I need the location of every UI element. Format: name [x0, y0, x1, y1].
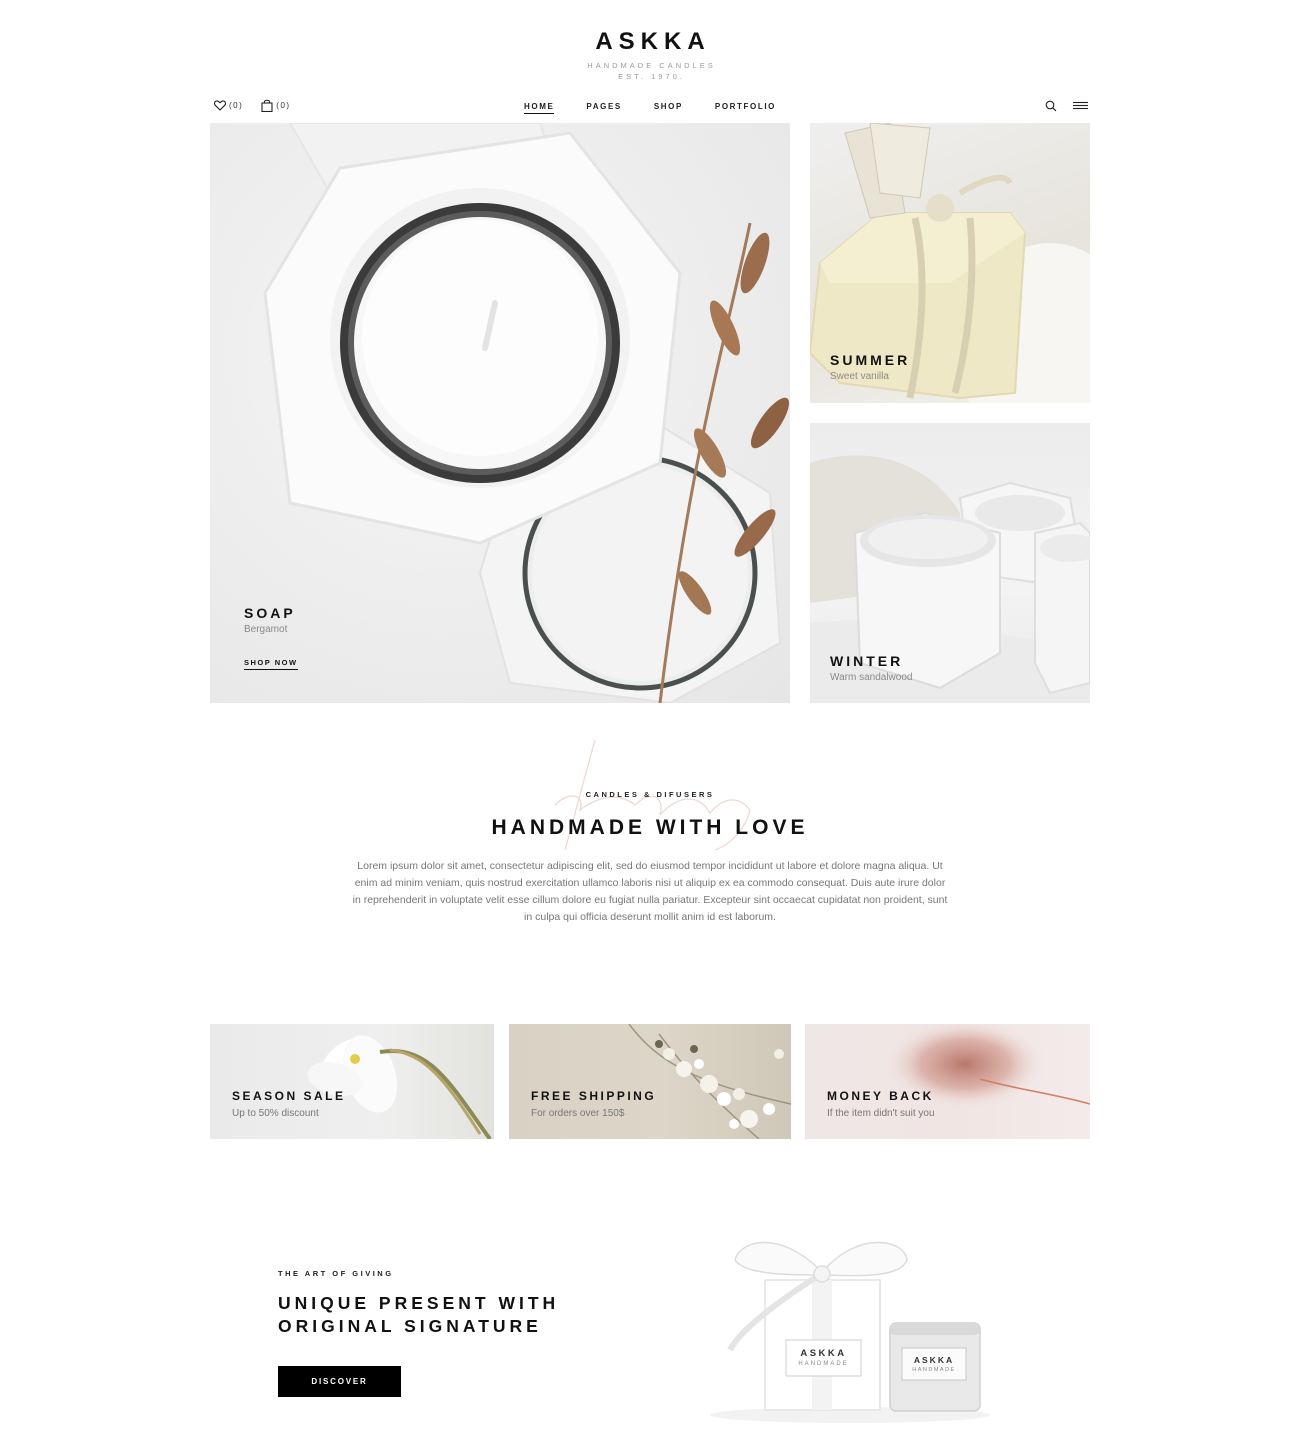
candle-image [263, 123, 790, 703]
feature-season-sale[interactable]: SEASON SALE Up to 50% discount [210, 1024, 494, 1139]
dried-flowers-image [628, 1024, 791, 1139]
header-actions-right [1045, 100, 1088, 112]
nav-pages[interactable]: PAGES [586, 102, 621, 114]
tin-brand-label: ASKKA [913, 1355, 955, 1365]
hero-winter-subtitle: Warm sandalwood [830, 672, 913, 683]
feature-title: SEASON SALE [232, 1089, 346, 1103]
hero-soap-tile[interactable]: SOAP Bergamot SHOP NOW [210, 123, 790, 703]
menu-icon[interactable] [1073, 101, 1088, 111]
flower-image [307, 1035, 492, 1139]
intro-text: Lorem ipsum dolor sit amet, consectetur … [352, 860, 948, 923]
hero-main-subtitle: Bergamot [244, 624, 288, 635]
search-icon[interactable] [1045, 100, 1057, 112]
hero-summer-title: SUMMER [830, 352, 911, 368]
pampas-grass-image [885, 1024, 1090, 1109]
feature-title: FREE SHIPPING [531, 1089, 657, 1103]
hero-main-title: SOAP [244, 605, 296, 621]
box-handmade-label: HANDMADE [798, 1361, 849, 1367]
promo-title: UNIQUE PRESENT WITH ORIGINAL SIGNATURE [278, 1293, 560, 1336]
intro-eyebrow: CANDLES & DIFUSERS [585, 790, 715, 799]
feature-money-back[interactable]: MONEY BACK If the item didn't suit you [805, 1024, 1090, 1139]
logo-established: EST. 1970. [618, 72, 685, 81]
main-nav: HOME PAGES SHOP PORTFOLIO [0, 102, 1300, 114]
logo-tagline: HANDMADE CANDLES [587, 61, 716, 70]
hero-summer-tile[interactable]: SUMMER Sweet vanilla [810, 123, 1090, 403]
intro-title: HANDMADE WITH LOVE [491, 816, 809, 839]
box-brand-label: ASKKA [800, 1348, 847, 1359]
site-logo[interactable]: ASKKA HANDMADE CANDLES EST. 1970. [0, 28, 1300, 82]
promo-eyebrow: THE ART OF GIVING [278, 1269, 394, 1278]
hero-winter-tile[interactable]: WINTER Warm sandalwood [810, 423, 1090, 703]
hero-winter-title: WINTER [830, 653, 904, 669]
feature-subtitle: If the item didn't suit you [827, 1108, 935, 1119]
nav-portfolio[interactable]: PORTFOLIO [715, 102, 776, 114]
discover-button[interactable]: DISCOVER [278, 1366, 401, 1397]
feature-title: MONEY BACK [827, 1089, 934, 1103]
nav-shop[interactable]: SHOP [654, 102, 683, 114]
feature-subtitle: For orders over 150$ [531, 1108, 625, 1119]
shop-now-link[interactable]: SHOP NOW [244, 658, 298, 670]
nav-home[interactable]: HOME [524, 102, 555, 114]
gift-box-image: ASKKA HANDMADE ASKKA HANDMADE [700, 1190, 1010, 1425]
feature-free-shipping[interactable]: FREE SHIPPING For orders over 150$ [509, 1024, 791, 1139]
tin-handmade-label: HANDMADE [912, 1367, 956, 1373]
feature-subtitle: Up to 50% discount [232, 1108, 319, 1119]
hero-summer-subtitle: Sweet vanilla [830, 371, 889, 382]
logo-title: ASKKA [595, 28, 711, 55]
